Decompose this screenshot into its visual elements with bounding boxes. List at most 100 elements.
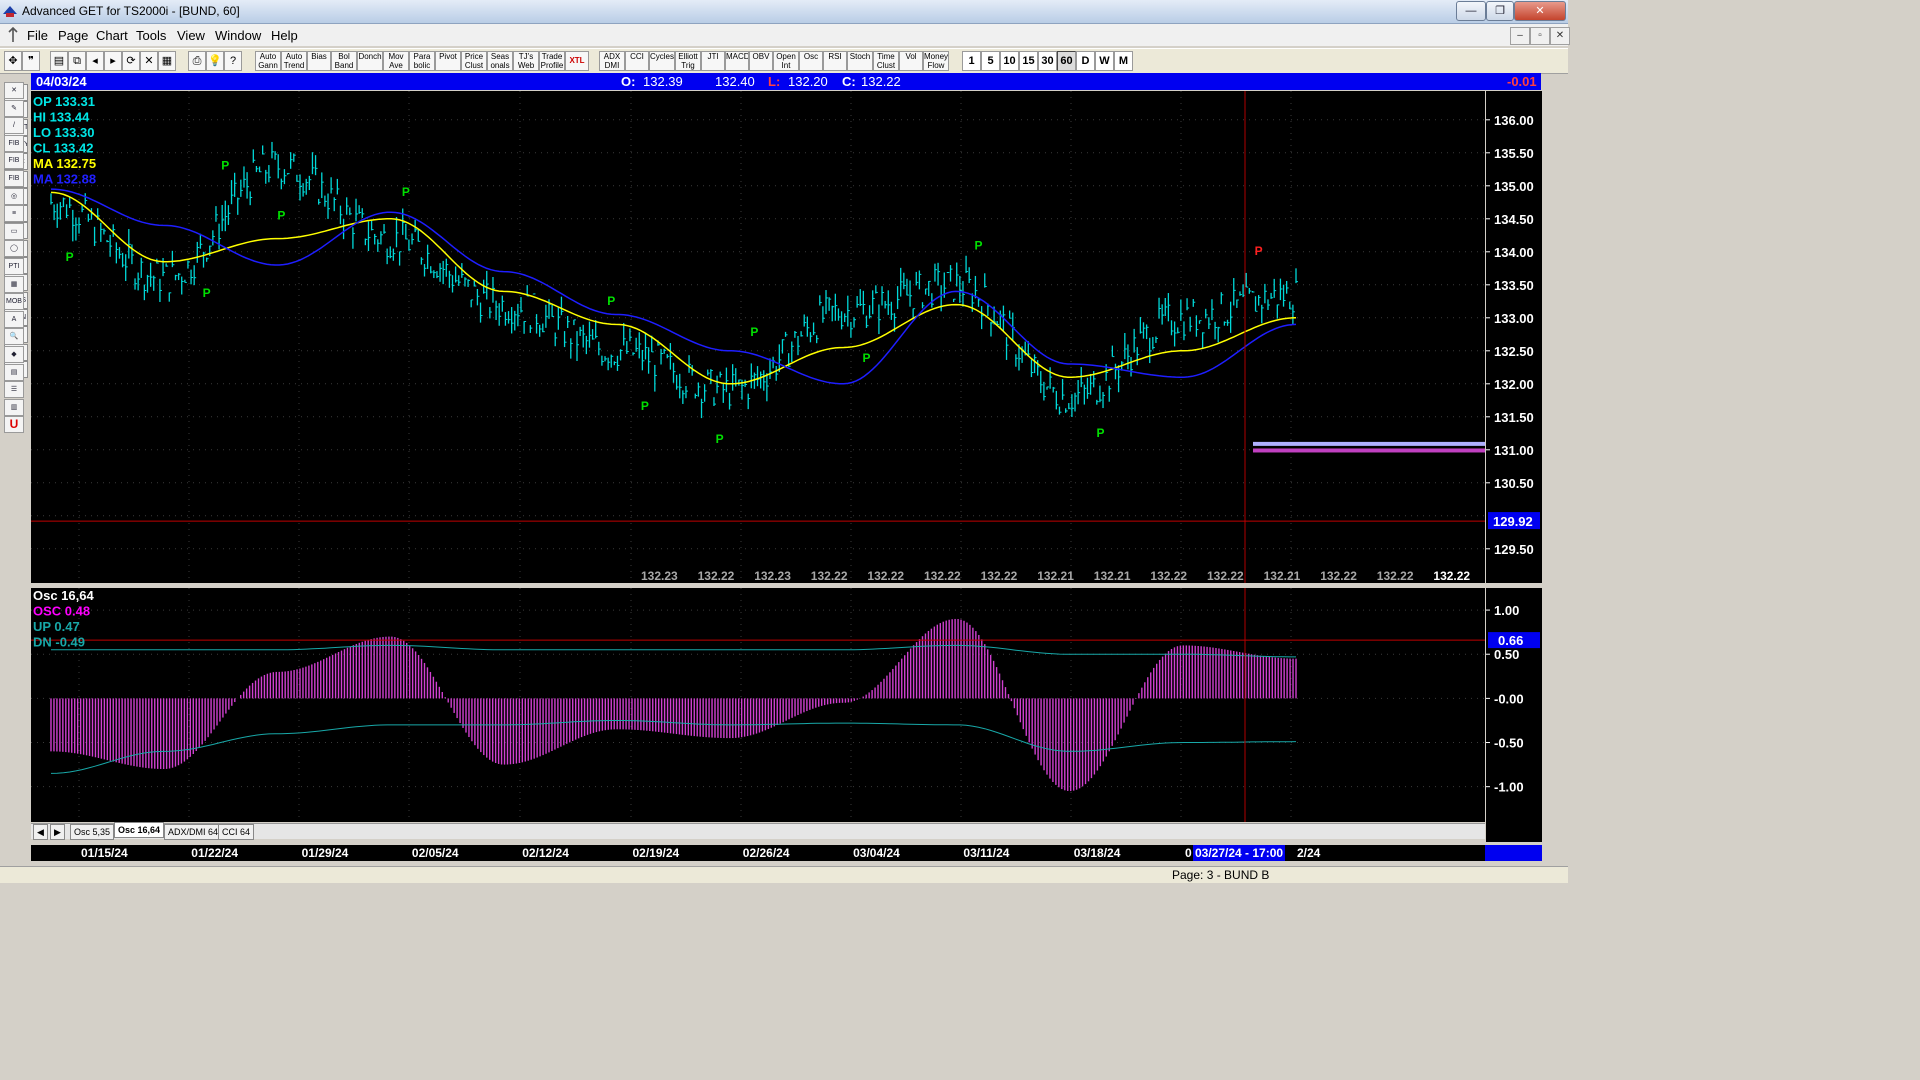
study-button-auto-trend[interactable]: Auto Trend	[281, 51, 307, 71]
study-button-bias[interactable]: Bias	[307, 51, 331, 71]
info-change: -0.01	[1507, 74, 1537, 89]
study-button-obv[interactable]: OBV	[749, 51, 773, 71]
study-button-elliott-trig[interactable]: Elliott Trig	[675, 51, 701, 71]
oscillator-axis[interactable]: 1.00 0.50 -0.00 -0.50 -1.00 0.66	[1486, 588, 1542, 842]
menu-chart[interactable]: Chart	[96, 28, 128, 43]
period-button-5[interactable]: 5	[981, 51, 1000, 71]
tab-osc-5-35[interactable]: Osc 5,35	[70, 824, 115, 840]
study-button-pivot[interactable]: Pivot	[435, 51, 461, 71]
mdi-restore-button[interactable]: ▫	[1530, 27, 1550, 45]
right-tool-list[interactable]: ☰	[4, 381, 24, 399]
study-button-para-bolic[interactable]: Para bolic	[409, 51, 435, 71]
period-button-m[interactable]: M	[1114, 51, 1133, 71]
right-tool-book[interactable]: ▥	[4, 398, 24, 416]
study-button-stoch[interactable]: Stoch	[847, 51, 873, 71]
study-button-price-clust[interactable]: Price Clust	[461, 51, 487, 71]
forward-icon[interactable]: ▸	[104, 51, 122, 71]
study-button-osc[interactable]: Osc	[799, 51, 823, 71]
menu-tools[interactable]: Tools	[136, 28, 166, 43]
delete-icon[interactable]: ✕	[140, 51, 158, 71]
right-tool-pen[interactable]: ✎	[4, 99, 24, 117]
help-icon[interactable]: ?	[224, 51, 242, 71]
minimize-button[interactable]: —	[1456, 1, 1486, 21]
study-button-macd[interactable]: MACD	[725, 51, 749, 71]
cursor-date-prefix: 0	[1185, 846, 1192, 860]
study-button-vol[interactable]: Vol	[899, 51, 923, 71]
cursor-date: 03/27/24 - 17:00	[1193, 845, 1286, 861]
menu-help[interactable]: Help	[271, 28, 298, 43]
study-button-adx-dmi[interactable]: ADX DMI	[599, 51, 625, 71]
right-tool-fib-ret[interactable]: FIB	[4, 134, 24, 152]
study-button-donch[interactable]: Donch	[357, 51, 383, 71]
back-icon[interactable]: ◂	[86, 51, 104, 71]
right-tool-box[interactable]: ▭	[4, 222, 24, 240]
study-button-jti[interactable]: JTI	[701, 51, 725, 71]
period-button-d[interactable]: D	[1076, 51, 1095, 71]
study-button-auto-gann[interactable]: Auto Gann	[255, 51, 281, 71]
right-tool-cursor[interactable]: ✕	[4, 82, 24, 99]
refresh-icon[interactable]: ⟳	[122, 51, 140, 71]
print-icon[interactable]: ⎙	[188, 51, 206, 71]
period-button-15[interactable]: 15	[1019, 51, 1038, 71]
right-tool-trend[interactable]: /	[4, 117, 24, 135]
period-button-10[interactable]: 10	[1000, 51, 1019, 71]
study-button-bol-band[interactable]: Bol Band	[331, 51, 357, 71]
menu-window[interactable]: Window	[215, 28, 261, 43]
study-button-rsi[interactable]: RSI	[823, 51, 847, 71]
price-axis-label: 131.50	[1494, 410, 1534, 425]
right-tool-calc[interactable]: ▤	[4, 363, 24, 381]
menu-file[interactable]: File	[27, 28, 48, 43]
study-button-xtl[interactable]: XTL	[565, 51, 589, 71]
period-button-w[interactable]: W	[1095, 51, 1114, 71]
period-button-1[interactable]: 1	[962, 51, 981, 71]
tab-scroll-left[interactable]: ◀	[33, 824, 48, 840]
cursor-date-suffix: 2/24	[1297, 846, 1321, 860]
panel-separator[interactable]	[31, 584, 1542, 587]
right-tool-cycle[interactable]: ◎	[4, 187, 24, 205]
study-button-cycles[interactable]: Cycles	[649, 51, 675, 71]
right-tool-text[interactable]: A	[4, 310, 24, 328]
pointer-icon[interactable]: ✥	[4, 51, 22, 71]
mdi-close-button[interactable]: ✕	[1550, 27, 1570, 45]
study-button-seas-onals[interactable]: Seas onals	[487, 51, 513, 71]
right-tool-grid[interactable]: ▦	[4, 275, 24, 293]
right-tool-zoom[interactable]: 🔍	[4, 328, 24, 346]
menu-app-icon[interactable]	[6, 26, 20, 43]
layout-icon[interactable]: ▦	[158, 51, 176, 71]
date-label: 03/18/24	[1073, 846, 1121, 860]
right-tool-mark[interactable]: ◆	[4, 346, 24, 363]
right-tool-ellipse[interactable]: ◯	[4, 240, 24, 258]
new-page-icon[interactable]: ▤	[50, 51, 68, 71]
right-tool-pti[interactable]: PTI	[4, 258, 24, 275]
mdi-minimize-button[interactable]: –	[1510, 27, 1530, 45]
oscillator-panel[interactable]: Osc 16,64 OSC 0.48 UP 0.47 DN -0.49	[31, 588, 1485, 822]
right-tool-fan[interactable]: ≡	[4, 205, 24, 223]
quote-icon[interactable]: ❞	[22, 51, 40, 71]
study-button-mov-ave[interactable]: Mov Ave	[383, 51, 409, 71]
hint-icon[interactable]: 💡	[206, 51, 224, 71]
study-button-cci[interactable]: CCI	[625, 51, 649, 71]
tab-adx-dmi-64[interactable]: ADX/DMI 64	[164, 824, 223, 840]
study-button-trade-profile[interactable]: Trade Profile	[539, 51, 565, 71]
menu-view[interactable]: View	[177, 28, 205, 43]
close-button[interactable]: ✕	[1514, 1, 1566, 21]
price-axis[interactable]: 136.00 135.50 135.00 134.50 134.00 133.50 133.…	[1486, 91, 1542, 583]
tab-osc-16-64[interactable]: Osc 16,64	[114, 822, 165, 838]
study-button-open-int[interactable]: Open Int	[773, 51, 799, 71]
right-tool-fib-time[interactable]: FIB	[4, 170, 24, 187]
right-tool-fib-ext[interactable]: FIB	[4, 152, 24, 170]
period-button-30[interactable]: 30	[1038, 51, 1057, 71]
copy-icon[interactable]: ⧉	[68, 51, 86, 71]
study-button-tj-s-web[interactable]: TJ's Web	[513, 51, 539, 71]
study-button-money-flow[interactable]: Money Flow	[923, 51, 949, 71]
menu-page[interactable]: Page	[58, 28, 88, 43]
right-tool-mob[interactable]: MOB	[4, 293, 24, 311]
price-chart-panel[interactable]: P P P P P P P P P P P P P OP 133.31 HI 133.44 LO 133.30…	[31, 91, 1485, 583]
tab-scroll-right[interactable]: ▶	[50, 824, 65, 840]
restore-button[interactable]: ❐	[1486, 1, 1514, 21]
tab-cci-64[interactable]: CCI 64	[218, 824, 255, 840]
right-tool-u[interactable]: U	[4, 416, 24, 434]
study-button-time-clust[interactable]: Time Clust	[873, 51, 899, 71]
app-icon	[2, 4, 18, 18]
period-button-60[interactable]: 60	[1057, 51, 1076, 71]
